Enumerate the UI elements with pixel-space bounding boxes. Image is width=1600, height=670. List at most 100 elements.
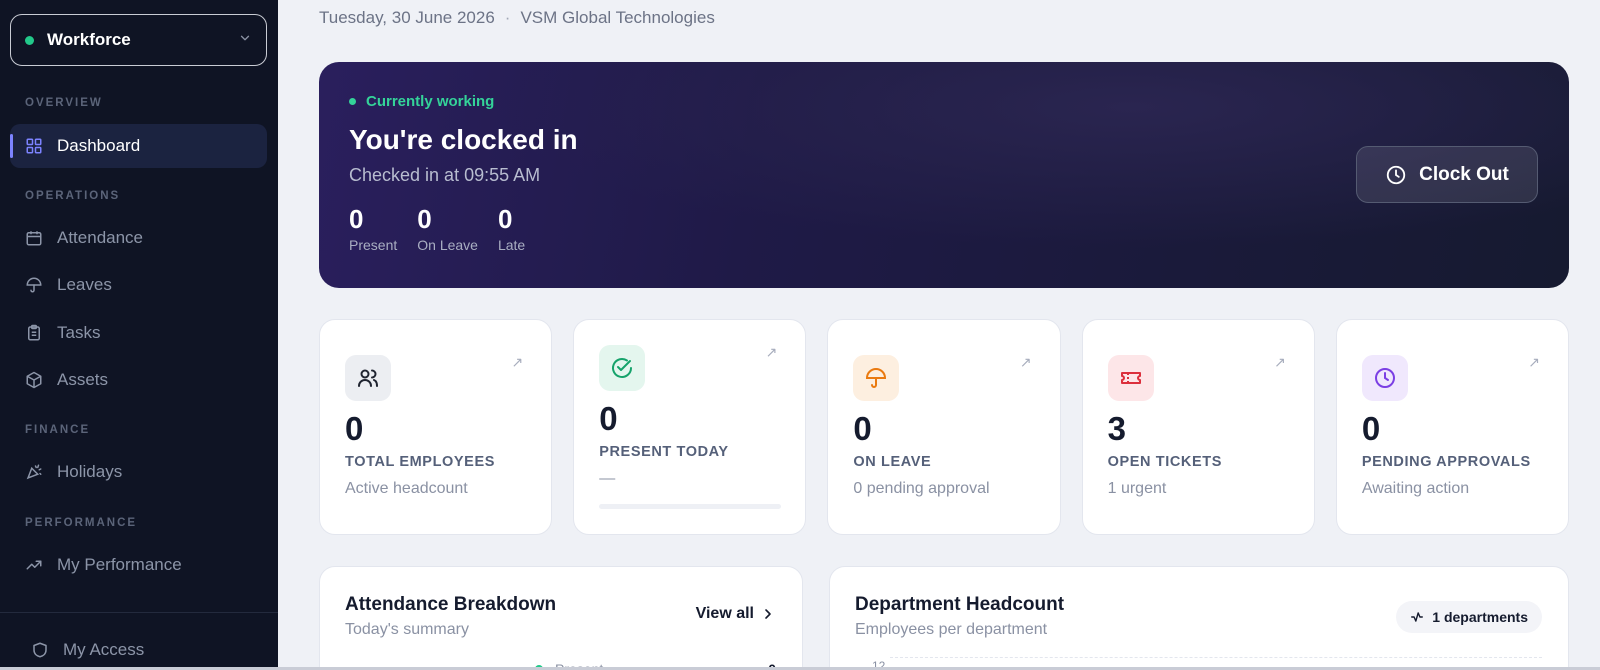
clock-status-title: You're clocked in bbox=[349, 124, 578, 155]
ticket-icon bbox=[1107, 355, 1154, 401]
sidebar-item-label: My Access bbox=[63, 640, 145, 659]
work-status-label: Currently working bbox=[366, 93, 495, 110]
sidebar-item-my-access[interactable]: My Access bbox=[16, 628, 267, 670]
hero-stat-on-leave: 0 On Leave bbox=[417, 205, 478, 253]
clock-out-button[interactable]: Clock Out bbox=[1356, 146, 1538, 203]
panel-title: Attendance Breakdown bbox=[345, 594, 557, 615]
stat-label: ON LEAVE bbox=[853, 454, 932, 470]
sidebar-item-label: Leaves bbox=[57, 275, 112, 294]
section-performance: PERFORMANCE bbox=[25, 517, 138, 529]
sidebar-item-my-performance[interactable]: My Performance bbox=[10, 543, 267, 587]
stat-value: 0 bbox=[599, 400, 618, 437]
hero-stats: 0 Present 0 On Leave 0 Late bbox=[349, 205, 525, 253]
activity-icon bbox=[1411, 612, 1424, 622]
stat-value: 0 bbox=[1361, 410, 1381, 447]
section-finance: FINANCE bbox=[25, 424, 91, 436]
arrow-up-right-icon: ↗ bbox=[511, 354, 524, 370]
sidebar-divider bbox=[0, 612, 278, 613]
company-name: VSM Global Technologies bbox=[520, 8, 715, 27]
umbrella-icon bbox=[26, 277, 42, 293]
clock-out-label: Clock Out bbox=[1419, 163, 1509, 185]
trending-up-icon bbox=[26, 560, 42, 570]
sidebar-item-tasks[interactable]: Tasks bbox=[10, 311, 267, 355]
sidebar-item-label: Tasks bbox=[57, 323, 101, 342]
stat-card-open-tickets[interactable]: ↗ 3 OPEN TICKETS 1 urgent bbox=[1081, 319, 1315, 535]
check-in-time: Checked in at 09:55 AM bbox=[349, 165, 541, 185]
department-count-label: 1 departments bbox=[1432, 609, 1528, 625]
hero-stat-label: Present bbox=[349, 236, 398, 253]
sidebar-item-label: Assets bbox=[57, 370, 109, 389]
sidebar-item-attendance[interactable]: Attendance bbox=[10, 216, 267, 260]
progress-bar bbox=[599, 504, 782, 509]
hero-stat-late: 0 Late bbox=[498, 205, 525, 253]
clock-icon bbox=[1386, 165, 1406, 184]
panel-subtitle: Employees per department bbox=[855, 621, 1048, 638]
stat-subtext: Active headcount bbox=[345, 480, 468, 497]
hero-stat-label: Late bbox=[497, 236, 526, 253]
arrow-up-right-icon: ↗ bbox=[1528, 354, 1541, 370]
stat-cards: ↗ 0 TOTAL EMPLOYEES Active headcount ↗ 0… bbox=[319, 319, 1570, 535]
date-separator: · bbox=[504, 8, 511, 27]
chevron-down-icon bbox=[238, 31, 252, 50]
stat-card-present-today[interactable]: ↗ 0 PRESENT TODAY — bbox=[573, 319, 807, 535]
clipboard-icon bbox=[28, 324, 40, 341]
arrow-up-right-icon: ↗ bbox=[1274, 354, 1286, 370]
department-headcount-panel: Department Headcount Employees per depar… bbox=[829, 566, 1569, 670]
hero-stat-value: 0 bbox=[497, 204, 513, 234]
sidebar-item-label: My Performance bbox=[57, 555, 182, 574]
box-icon bbox=[26, 371, 42, 389]
view-all-link[interactable]: View all bbox=[696, 605, 776, 623]
grid-icon bbox=[26, 138, 42, 154]
stat-label: PRESENT TODAY bbox=[599, 444, 729, 460]
stat-card-on-leave[interactable]: ↗ 0 ON LEAVE 0 pending approval bbox=[827, 319, 1061, 535]
workspace-switcher[interactable]: Workforce bbox=[10, 14, 267, 66]
sidebar-item-assets[interactable]: Assets bbox=[10, 358, 267, 402]
stat-value: 3 bbox=[1107, 410, 1126, 447]
sidebar-item-label: Holidays bbox=[57, 462, 123, 481]
arrow-up-right-icon: ↗ bbox=[1019, 354, 1032, 370]
stat-subtext: Awaiting action bbox=[1361, 480, 1470, 497]
stat-value: 0 bbox=[345, 410, 364, 447]
chart-gridline bbox=[890, 657, 1542, 658]
sidebar-item-label: Attendance bbox=[57, 228, 144, 247]
stat-subtext: 1 urgent bbox=[1107, 480, 1167, 497]
users-icon bbox=[345, 355, 391, 401]
stat-card-pending-approvals[interactable]: ↗ 0 PENDING APPROVALS Awaiting action bbox=[1335, 319, 1570, 535]
hero-stat-value: 0 bbox=[417, 204, 432, 234]
stat-subtext: — bbox=[599, 470, 616, 487]
view-all-label: View all bbox=[695, 605, 754, 622]
stat-label: PENDING APPROVALS bbox=[1361, 454, 1531, 470]
date-line: Tuesday, 30 June 2026 · VSM Global Technol… bbox=[319, 8, 715, 28]
department-count-badge: 1 departments bbox=[1396, 601, 1542, 633]
workspace-name: Workforce bbox=[47, 30, 131, 49]
sidebar-item-leaves[interactable]: Leaves bbox=[10, 263, 267, 307]
party-popper-icon bbox=[26, 464, 42, 480]
workspace-status-dot bbox=[25, 35, 34, 45]
section-operations: OPERATIONS bbox=[25, 190, 121, 202]
chevron-right-icon bbox=[765, 609, 771, 619]
attendance-breakdown-panel: Attendance Breakdown Today's summary Vie… bbox=[319, 566, 803, 670]
stat-value: 0 bbox=[853, 410, 872, 447]
stat-card-total-employees[interactable]: ↗ 0 TOTAL EMPLOYEES Active headcount bbox=[319, 319, 553, 535]
clock-icon bbox=[1361, 355, 1408, 401]
hero-stat-label: On Leave bbox=[417, 236, 478, 253]
panel-subtitle: Today's summary bbox=[345, 621, 469, 638]
status-dot bbox=[349, 98, 356, 105]
stat-label: OPEN TICKETS bbox=[1107, 454, 1222, 470]
stat-subtext: 0 pending approval bbox=[853, 480, 990, 497]
umbrella-icon bbox=[853, 355, 900, 401]
sidebar-item-dashboard[interactable]: Dashboard bbox=[10, 124, 267, 168]
arrow-up-right-icon: ↗ bbox=[765, 344, 778, 360]
calendar-icon bbox=[26, 231, 42, 246]
sidebar-item-label: Dashboard bbox=[57, 136, 141, 155]
hero-stat-value: 0 bbox=[349, 204, 364, 234]
clock-in-banner: Currently working You're clocked in Chec… bbox=[319, 62, 1569, 288]
sidebar: Workforce OVERVIEW Dashboard OPERATIONS … bbox=[0, 0, 278, 670]
stat-label: TOTAL EMPLOYEES bbox=[345, 454, 495, 470]
shield-icon bbox=[33, 642, 47, 658]
panel-title: Department Headcount bbox=[855, 594, 1065, 615]
sidebar-item-holidays[interactable]: Holidays bbox=[10, 450, 267, 494]
check-circle-icon bbox=[599, 345, 646, 391]
work-status: Currently working bbox=[349, 93, 494, 110]
hero-stat-present: 0 Present bbox=[349, 205, 397, 253]
